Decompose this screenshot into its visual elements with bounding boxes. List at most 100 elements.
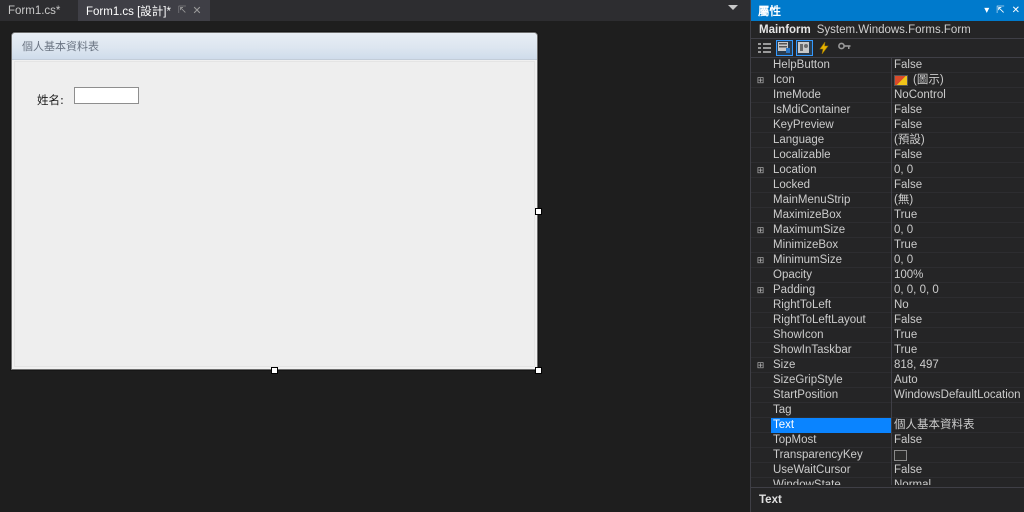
resize-handle-bottom[interactable]: [271, 367, 278, 374]
property-name: ShowInTaskbar: [773, 344, 852, 356]
tab-form1-cs[interactable]: Form1.cs*: [0, 0, 69, 21]
expand-icon[interactable]: ⊞: [756, 286, 765, 295]
property-row[interactable]: TopMost False: [751, 433, 1024, 448]
property-row[interactable]: ⊞ Location 0, 0: [751, 163, 1024, 178]
property-value[interactable]: False: [894, 118, 922, 133]
property-row[interactable]: HelpButton False: [751, 58, 1024, 73]
property-name: WindowState: [773, 479, 841, 485]
column-divider: [891, 238, 892, 253]
property-value[interactable]: NoControl: [894, 88, 946, 103]
property-value[interactable]: 818, 497: [894, 358, 939, 373]
property-row[interactable]: ⊞ MinimumSize 0, 0: [751, 253, 1024, 268]
property-row[interactable]: MaximizeBox True: [751, 208, 1024, 223]
property-value[interactable]: Normal: [894, 478, 931, 485]
property-row[interactable]: ⊞ Padding 0, 0, 0, 0: [751, 283, 1024, 298]
property-row[interactable]: UseWaitCursor False: [751, 463, 1024, 478]
property-row[interactable]: IsMdiContainer False: [751, 103, 1024, 118]
property-value[interactable]: True: [894, 328, 917, 343]
property-value[interactable]: False: [894, 463, 922, 478]
property-row[interactable]: ⊞ MaximumSize 0, 0: [751, 223, 1024, 238]
property-row[interactable]: WindowState Normal: [751, 478, 1024, 485]
resize-handle-right[interactable]: [535, 208, 542, 215]
property-row[interactable]: TransparencyKey: [751, 448, 1024, 463]
property-value-text: False: [894, 119, 923, 131]
close-icon[interactable]: ✕: [192, 5, 201, 17]
tab-label: Form1.cs*: [8, 4, 61, 17]
property-value[interactable]: 0, 0: [894, 223, 913, 238]
form-client-area[interactable]: [14, 61, 535, 367]
categorized-view-button[interactable]: [756, 40, 773, 56]
property-value[interactable]: 0, 0, 0, 0: [894, 283, 939, 298]
property-value[interactable]: 0, 0: [894, 163, 913, 178]
chevron-down-icon[interactable]: [728, 5, 738, 10]
property-value[interactable]: False: [894, 313, 922, 328]
property-value[interactable]: True: [894, 343, 917, 358]
property-value[interactable]: False: [894, 103, 922, 118]
property-value[interactable]: [894, 448, 907, 463]
property-value[interactable]: True: [894, 208, 917, 223]
property-pages-button[interactable]: [836, 40, 853, 56]
form-title-bar: 個人基本資料表: [12, 33, 537, 60]
property-value[interactable]: False: [894, 58, 922, 73]
column-divider: [891, 118, 892, 133]
property-row[interactable]: ⊞ Size 818, 497: [751, 358, 1024, 373]
design-surface[interactable]: 個人基本資料表 姓名:: [0, 21, 750, 512]
property-row[interactable]: RightToLeftLayout False: [751, 313, 1024, 328]
events-view-button[interactable]: [816, 40, 833, 56]
property-value[interactable]: False: [894, 148, 922, 163]
property-row[interactable]: RightToLeft No: [751, 298, 1024, 313]
expand-icon[interactable]: ⊞: [756, 256, 765, 265]
label-name[interactable]: 姓名:: [37, 92, 64, 108]
property-value[interactable]: 0, 0: [894, 253, 913, 268]
property-value[interactable]: False: [894, 433, 922, 448]
property-row[interactable]: Locked False: [751, 178, 1024, 193]
property-row[interactable]: MinimizeBox True: [751, 238, 1024, 253]
property-value[interactable]: (無): [894, 193, 913, 208]
property-row[interactable]: Text 個人基本資料表: [751, 418, 1024, 433]
property-row[interactable]: ShowIcon True: [751, 328, 1024, 343]
form-designer-window[interactable]: 個人基本資料表 姓名:: [11, 32, 538, 370]
expand-icon[interactable]: ⊞: [756, 166, 765, 175]
property-value-text: True: [894, 344, 918, 356]
pin-icon[interactable]: ⇱: [996, 5, 1004, 16]
selected-object-bar[interactable]: Mainform System.Windows.Forms.Form: [751, 21, 1024, 39]
property-value[interactable]: Auto: [894, 373, 918, 388]
property-row[interactable]: Localizable False: [751, 148, 1024, 163]
property-value[interactable]: 個人基本資料表: [894, 418, 975, 433]
property-value[interactable]: (預設): [894, 133, 925, 148]
property-row[interactable]: ImeMode NoControl: [751, 88, 1024, 103]
properties-view-button[interactable]: [796, 40, 813, 56]
property-row[interactable]: Language (預設): [751, 133, 1024, 148]
property-value[interactable]: WindowsDefaultLocation: [894, 388, 1021, 403]
property-row[interactable]: MainMenuStrip (無): [751, 193, 1024, 208]
property-row[interactable]: Opacity 100%: [751, 268, 1024, 283]
property-name: UseWaitCursor: [773, 464, 851, 476]
properties-grid[interactable]: HelpButton False ⊞ Icon (圖示) ImeMode NoControl…: [751, 58, 1024, 485]
property-row[interactable]: ShowInTaskbar True: [751, 343, 1024, 358]
property-value-text: True: [894, 239, 918, 251]
expand-icon[interactable]: ⊞: [756, 361, 765, 370]
expand-icon[interactable]: ⊞: [756, 226, 765, 235]
property-row[interactable]: SizeGripStyle Auto: [751, 373, 1024, 388]
property-row[interactable]: KeyPreview False: [751, 118, 1024, 133]
pin-icon[interactable]: ⇱: [178, 6, 186, 16]
column-divider: [891, 178, 892, 193]
resize-handle-corner[interactable]: [535, 367, 542, 374]
property-name: MaximumSize: [773, 224, 846, 236]
chevron-down-icon[interactable]: ▾: [984, 5, 989, 16]
property-row[interactable]: ⊞ Icon (圖示): [751, 73, 1024, 88]
tab-form1-cs-design[interactable]: Form1.cs [設計]* ⇱ ✕: [78, 0, 210, 21]
property-value[interactable]: False: [894, 178, 922, 193]
textbox-name[interactable]: [74, 87, 139, 104]
property-value[interactable]: (圖示): [894, 73, 944, 88]
property-value[interactable]: True: [894, 238, 917, 253]
property-row[interactable]: StartPosition WindowsDefaultLocation: [751, 388, 1024, 403]
property-name: SizeGripStyle: [773, 374, 843, 386]
property-value-text: False: [894, 104, 923, 116]
close-icon[interactable]: ✕: [1012, 5, 1020, 16]
expand-icon[interactable]: ⊞: [756, 76, 765, 85]
property-value[interactable]: No: [894, 298, 909, 313]
property-row[interactable]: Tag: [751, 403, 1024, 418]
property-value[interactable]: 100%: [894, 268, 923, 283]
alphabetical-view-button[interactable]: [776, 40, 793, 56]
